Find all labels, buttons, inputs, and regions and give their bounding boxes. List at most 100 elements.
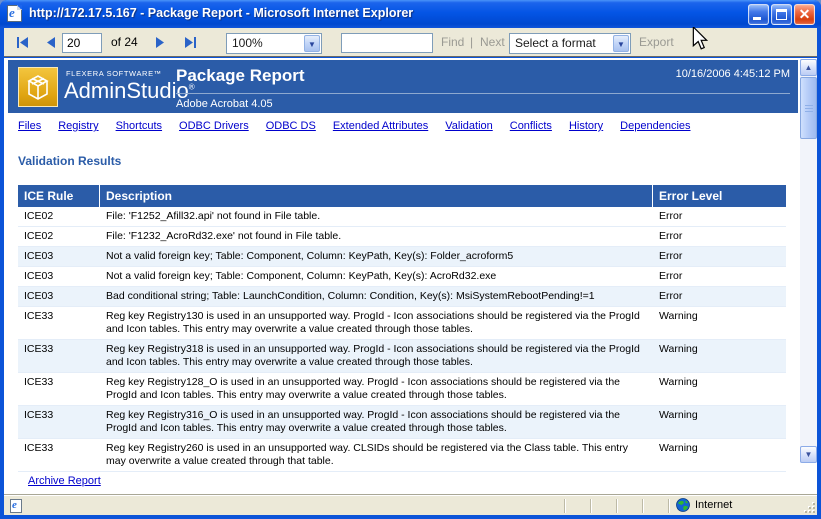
brand-flexera: FLEXERA SOFTWARE™	[66, 69, 162, 78]
table-row: ICE33 Reg key Registry316_O is used in a…	[18, 406, 786, 439]
last-page-button[interactable]	[180, 34, 200, 51]
zoom-value: 100%	[232, 36, 263, 50]
find-next-button[interactable]: Next	[480, 35, 505, 49]
cell-error-level: Error	[653, 207, 786, 226]
export-format-select[interactable]: Select a format ▼	[509, 33, 631, 54]
page-count-label: of 24	[111, 35, 138, 49]
nav-link-dependencies[interactable]: Dependencies	[620, 120, 690, 132]
table-row: ICE33 Reg key Registry260 is used in an …	[18, 439, 786, 472]
nav-link-shortcuts[interactable]: Shortcuts	[116, 120, 162, 132]
previous-page-button[interactable]	[42, 34, 62, 51]
scrollbar-thumb[interactable]	[800, 77, 817, 139]
statusbar-divider	[668, 499, 669, 513]
cell-ice-rule: ICE03	[18, 287, 100, 306]
section-title: Validation Results	[18, 154, 121, 168]
arrow-up-icon: ▲	[801, 60, 816, 75]
find-next-separator: |	[470, 35, 473, 49]
ie-page-icon: e	[7, 5, 22, 22]
thumb-grip-icon	[805, 105, 813, 106]
table-row: ICE02 File: 'F1252_Afill32.api' not foun…	[18, 207, 786, 227]
cell-description: Not a valid foreign key; Table: Componen…	[100, 247, 653, 266]
cell-ice-rule: ICE03	[18, 267, 100, 286]
chevron-down-icon[interactable]: ▼	[613, 35, 629, 52]
cell-error-level: Warning	[653, 373, 786, 405]
nav-link-registry[interactable]: Registry	[58, 120, 98, 132]
header-divider	[176, 93, 790, 94]
close-button[interactable]: ✕	[794, 4, 815, 25]
nav-link-odbc-ds[interactable]: ODBC DS	[266, 120, 316, 132]
package-name: Adobe Acrobat 4.05	[176, 98, 273, 110]
nav-link-history[interactable]: History	[569, 120, 603, 132]
cell-description: File: 'F1252_Afill32.api' not found in F…	[100, 207, 653, 226]
statusbar-divider	[616, 499, 617, 513]
nav-link-extended-attributes[interactable]: Extended Attributes	[333, 120, 428, 132]
column-header-error-level: Error Level	[653, 185, 779, 207]
cell-ice-rule: ICE02	[18, 207, 100, 226]
cell-ice-rule: ICE33	[18, 406, 100, 438]
document-status-icon: e	[10, 499, 22, 513]
window-title: http://172.17.5.167 - Package Report - M…	[29, 0, 413, 28]
cell-ice-rule: ICE33	[18, 307, 100, 339]
table-row: ICE33 Reg key Registry318 is used in an …	[18, 340, 786, 373]
zoom-select[interactable]: 100% ▼	[226, 33, 322, 54]
statusbar-divider	[590, 499, 591, 513]
resize-grip[interactable]	[803, 501, 815, 513]
table-row: ICE03 Bad conditional string; Table: Lau…	[18, 287, 786, 307]
globe-icon	[676, 498, 690, 512]
statusbar-divider	[564, 499, 565, 513]
cell-description: Reg key Registry316_O is used in an unsu…	[100, 406, 653, 438]
cell-error-level: Warning	[653, 340, 786, 372]
cell-error-level: Warning	[653, 307, 786, 339]
find-button[interactable]: Find	[441, 35, 464, 49]
cell-error-level: Error	[653, 247, 786, 266]
cell-description: Not a valid foreign key; Table: Componen…	[100, 267, 653, 286]
first-page-button[interactable]	[14, 34, 34, 51]
column-header-description: Description	[100, 185, 653, 207]
adminstudio-logo-icon	[18, 67, 58, 107]
nav-link-files[interactable]: Files	[18, 120, 41, 132]
nav-link-conflicts[interactable]: Conflicts	[510, 120, 552, 132]
page-number-input[interactable]	[62, 33, 102, 53]
cell-ice-rule: ICE02	[18, 227, 100, 246]
archive-report-link[interactable]: Archive Report	[28, 475, 101, 487]
vertical-scrollbar[interactable]: ▲ ▼	[800, 59, 817, 463]
cell-description: Bad conditional string; Table: LaunchCon…	[100, 287, 653, 306]
ie-e-glyph: e	[9, 5, 15, 21]
table-row: ICE03 Not a valid foreign key; Table: Co…	[18, 267, 786, 287]
report-title: Package Report	[176, 66, 305, 86]
nav-link-odbc-drivers[interactable]: ODBC Drivers	[179, 120, 249, 132]
close-icon: ✕	[795, 5, 814, 24]
table-body: ICE02 File: 'F1252_Afill32.api' not foun…	[18, 207, 786, 472]
column-header-ice-rule: ICE Rule	[18, 185, 100, 207]
scroll-down-button[interactable]: ▼	[800, 446, 817, 463]
security-zone: Internet	[676, 498, 732, 512]
export-button[interactable]: Export	[639, 35, 674, 49]
cell-error-level: Error	[653, 227, 786, 246]
maximize-button[interactable]	[771, 4, 792, 25]
cell-ice-rule: ICE33	[18, 373, 100, 405]
cell-error-level: Error	[653, 287, 786, 306]
table-row: ICE03 Not a valid foreign key; Table: Co…	[18, 247, 786, 267]
scroll-up-button[interactable]: ▲	[800, 59, 817, 76]
title-bar: e http://172.17.5.167 - Package Report -…	[0, 0, 821, 28]
next-page-button[interactable]	[150, 34, 170, 51]
cell-description: Reg key Registry318 is used in an unsupp…	[100, 340, 653, 372]
page-fold	[17, 5, 22, 10]
report-nav: Files Registry Shortcuts ODBC Drivers ODBC D…	[18, 120, 691, 132]
browser-window: e http://172.17.5.167 - Package Report -…	[0, 0, 821, 519]
arrow-down-icon: ▼	[801, 447, 816, 462]
cell-description: Reg key Registry128_O is used in an unsu…	[100, 373, 653, 405]
cell-description: Reg key Registry260 is used in an unsupp…	[100, 439, 653, 471]
table-row: ICE33 Reg key Registry128_O is used in a…	[18, 373, 786, 406]
validation-table: ICE Rule Description Error Level ICE02 F…	[18, 185, 786, 472]
cell-ice-rule: ICE03	[18, 247, 100, 266]
minimize-button[interactable]	[748, 4, 769, 25]
chevron-down-icon[interactable]: ▼	[304, 35, 320, 52]
find-input[interactable]	[341, 33, 433, 53]
nav-link-validation[interactable]: Validation	[445, 120, 493, 132]
statusbar-divider	[642, 499, 643, 513]
cell-ice-rule: ICE33	[18, 340, 100, 372]
cell-error-level: Warning	[653, 439, 786, 471]
cell-description: Reg key Registry130 is used in an unsupp…	[100, 307, 653, 339]
table-row: ICE02 File: 'F1232_AcroRd32.exe' not fou…	[18, 227, 786, 247]
